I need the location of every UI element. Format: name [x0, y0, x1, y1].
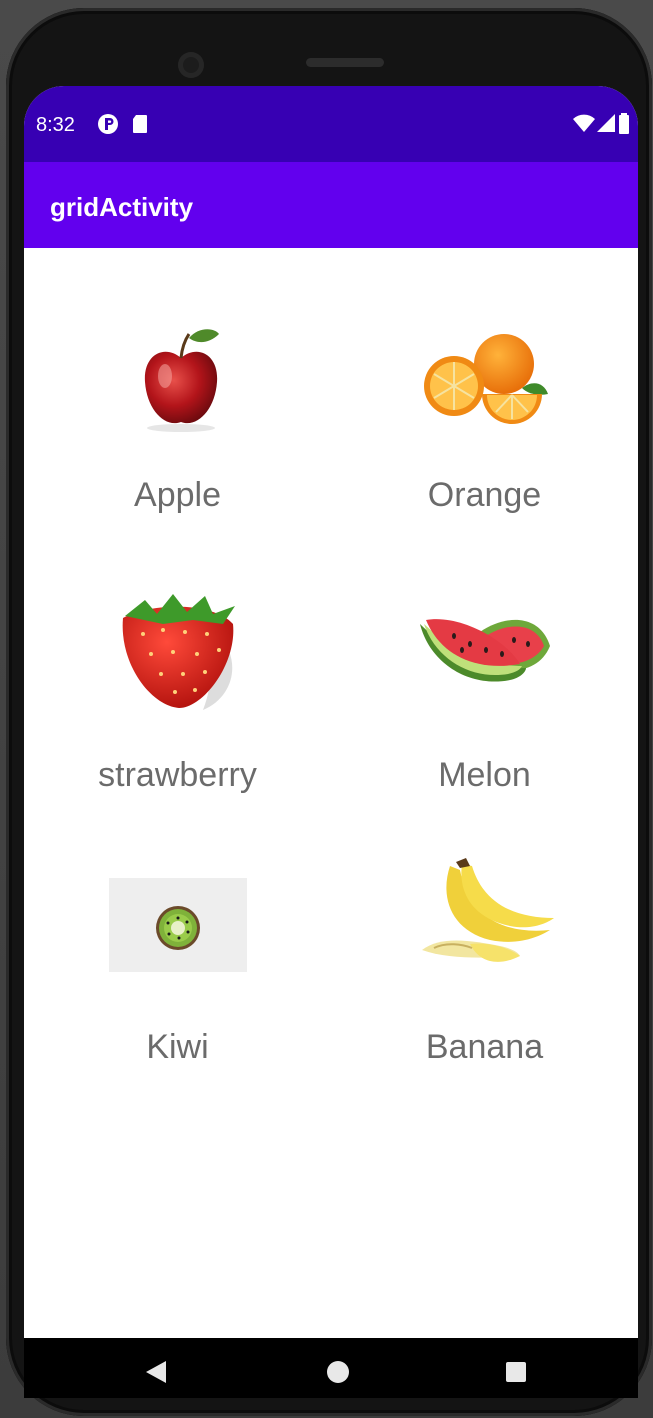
banana-image — [410, 856, 560, 976]
app-notification-icon — [96, 112, 120, 141]
grid-item-banana[interactable]: Banana — [331, 806, 638, 1076]
sd-card-icon — [130, 112, 150, 141]
watermelon-image — [410, 584, 560, 714]
grid-item-apple[interactable]: Apple — [24, 248, 331, 518]
recents-icon[interactable] — [496, 1352, 536, 1392]
grid-item-label: Apple — [134, 476, 221, 514]
fruit-grid: Apple Orange strawberry Melon Kiwi Banan… — [24, 248, 638, 1338]
grid-item-label: Banana — [425, 1028, 544, 1066]
wifi-icon — [572, 112, 596, 139]
apple-image — [103, 324, 253, 434]
front-camera — [178, 52, 204, 78]
status-bar: 8:32 — [24, 86, 638, 162]
grid-item-orange[interactable]: Orange — [331, 248, 638, 518]
strawberry-image — [103, 584, 253, 714]
phone-screen: 8:32 gridActivity Apple Orange strawberr… — [24, 86, 638, 1398]
grid-item-melon[interactable]: Melon — [331, 528, 638, 798]
grid-item-label: Melon — [438, 756, 531, 794]
grid-item-label: Orange — [427, 476, 542, 514]
kiwi-image — [108, 878, 247, 972]
app-title: gridActivity — [50, 192, 194, 222]
grid-item-label: strawberry — [98, 756, 257, 794]
battery-icon — [618, 112, 630, 141]
home-icon[interactable] — [318, 1352, 358, 1392]
grid-item-strawberry[interactable]: strawberry — [24, 528, 331, 798]
status-time: 8:32 — [36, 114, 75, 136]
navigation-bar — [24, 1338, 638, 1398]
orange-image — [410, 324, 560, 434]
grid-item-kiwi[interactable]: Kiwi — [24, 806, 331, 1076]
earpiece-speaker — [306, 58, 384, 67]
cell-signal-icon — [596, 112, 616, 139]
grid-item-label: Kiwi — [146, 1028, 209, 1066]
back-icon[interactable] — [136, 1352, 176, 1392]
